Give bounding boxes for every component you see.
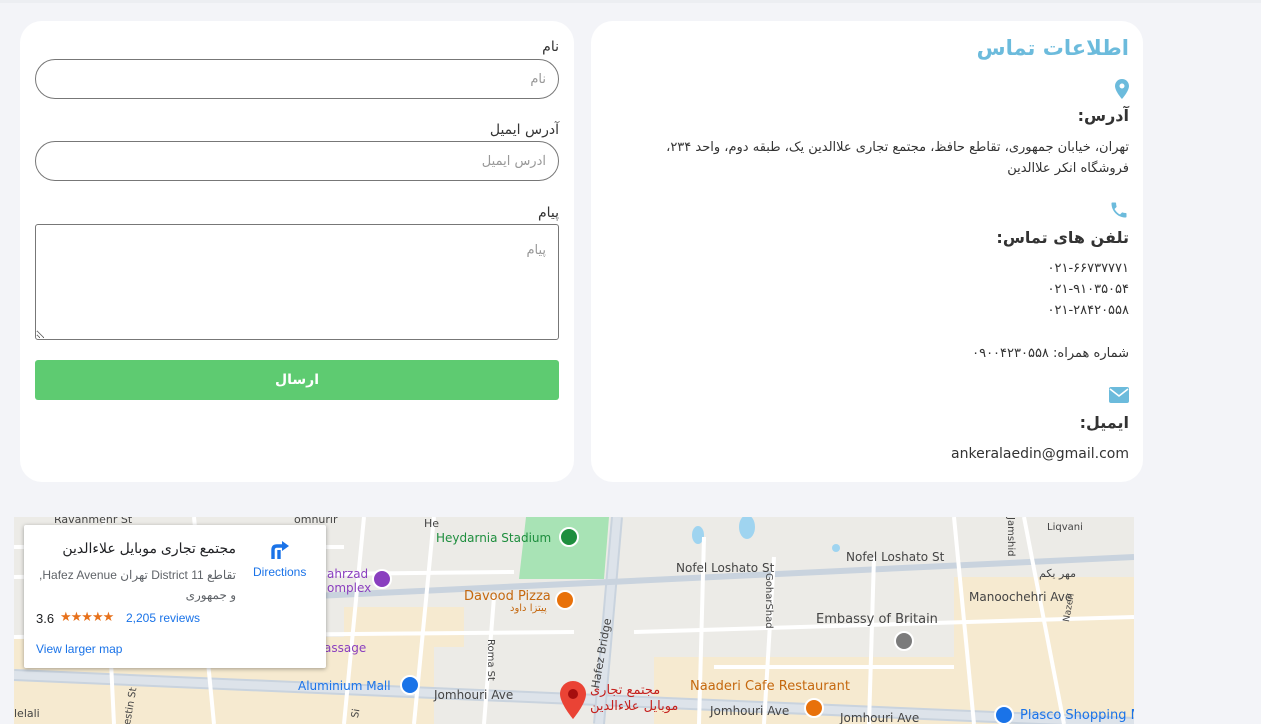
plasco-pin-icon[interactable] [994, 705, 1014, 724]
contact-info-card: اطلاعات تماس آدرس: تهران، خیابان جمهوری،… [591, 21, 1143, 482]
phone-number-3[interactable]: ۰۲۱-۲۸۴۲۰۵۵۸ [1048, 303, 1130, 318]
map-label-lelali: lelali [14, 707, 40, 720]
shopping-pin-icon[interactable] [372, 569, 392, 589]
contact-info-title: اطلاعات تماس [976, 36, 1129, 60]
view-larger-map-link[interactable]: View larger map [36, 642, 122, 656]
place-address-line-1: تقاطع District 11 تهران Hafez Avenue, [39, 568, 236, 582]
name-label: نام [542, 39, 559, 55]
email-input[interactable] [35, 141, 559, 181]
stadium-pin-icon[interactable] [559, 527, 579, 547]
contact-form-card: نام آدرس ایمیل پیام ارسال [20, 21, 574, 482]
rating-stars-icon: ★★★★★ [60, 609, 114, 624]
embassy-pin-icon[interactable] [894, 631, 914, 651]
map-label-heydarnia: Heydarnia Stadium [436, 531, 552, 545]
map-label-passage: assage [324, 641, 367, 655]
map-label-complex: ahrzad [327, 567, 369, 581]
reviews-link[interactable]: 2,205 reviews [126, 611, 200, 625]
place-address: تقاطع District 11 تهران Hafez Avenue, و … [36, 565, 236, 605]
mobile-number[interactable]: شماره همراه: ۰۹۰۰۴۲۳۰۵۵۸ [972, 343, 1129, 364]
name-input[interactable] [35, 59, 559, 99]
map-label-mehr: مهر یکم [1039, 567, 1076, 580]
map-pin-icon [1115, 79, 1129, 103]
directions-link[interactable]: Directions [253, 565, 306, 579]
top-divider [0, 0, 1261, 3]
map-label-jomhouri-3: Jomhouri Ave [840, 711, 920, 724]
map-label-he: He [424, 517, 440, 530]
message-label: پیام [537, 205, 559, 221]
map-label-davood-fa: پیتزا داود [510, 603, 547, 614]
place-name: مجتمع تجاری موبایل علاءالدین [62, 540, 236, 556]
directions-icon[interactable] [269, 539, 291, 566]
phone-number-1[interactable]: ۰۲۱-۶۶۷۳۷۷۷۱ [1048, 261, 1130, 276]
map-label-plasco: Plasco Shopping M [1020, 708, 1134, 723]
map-label-jomhouri-1: Jomhouri Ave [434, 688, 514, 702]
address-line-2: فروشگاه انکر علاالدین [1007, 161, 1129, 176]
restaurant-pin-icon[interactable] [555, 590, 575, 610]
email-label: آدرس ایمیل [489, 122, 559, 138]
phones-heading: تلفن های تماس: [996, 228, 1129, 247]
rating-value: 3.6 [36, 611, 55, 626]
map-label-nofel-1: Nofel Loshato St [676, 561, 775, 575]
cafe-pin-icon[interactable] [804, 698, 824, 718]
place-address-line-2: و جمهوری [185, 588, 236, 602]
phone-icon [1109, 200, 1129, 224]
map-place-card: مجتمع تجاری موبایل علاءالدین تقاطع Distr… [24, 525, 326, 668]
map-label-liqvani: Liqvani [1047, 522, 1083, 533]
email-heading: ایمیل: [1079, 413, 1129, 432]
map-label-manoochehri: Manoochehri Ave [969, 590, 1073, 604]
map-label-goharshad: GoharShad [763, 573, 774, 629]
map-label-jomhouri-2: Jomhouri Ave [710, 704, 790, 718]
map-label-aluminium: Aluminium Mall [298, 679, 391, 693]
envelope-icon [1109, 387, 1129, 407]
mall-pin-icon[interactable] [400, 675, 420, 695]
submit-button[interactable]: ارسال [35, 360, 559, 400]
map-label-jamshid: Jamshid [1005, 517, 1016, 557]
map-label-si: Si [350, 707, 363, 719]
address-line-1: تهران، خیابان جمهوری، تقاطع حافظ، مجتمع … [666, 140, 1129, 155]
map-label-roma: Roma St [485, 639, 496, 681]
location-marker-icon[interactable] [560, 681, 586, 723]
map-label-target-1: مجتمع تجاری [590, 683, 661, 698]
message-textarea[interactable] [35, 224, 559, 340]
map-label-davood: Davood Pizza [464, 589, 551, 604]
map-label-target-2: موبایل علاءالدین [590, 699, 679, 714]
map-label-complex-2: omplex [327, 581, 372, 595]
phone-number-2[interactable]: ۰۲۱-۹۱۰۳۵۰۵۴ [1048, 282, 1130, 297]
map-label-naaderi: Naaderi Cafe Restaurant [690, 679, 850, 694]
map-label-nofel-2: Nofel Loshato St [846, 550, 945, 564]
map-label-embassy: Embassy of Britain [816, 612, 938, 627]
email-address[interactable]: ankeralaedin@gmail.com [951, 444, 1129, 465]
address-heading: آدرس: [1077, 106, 1129, 125]
